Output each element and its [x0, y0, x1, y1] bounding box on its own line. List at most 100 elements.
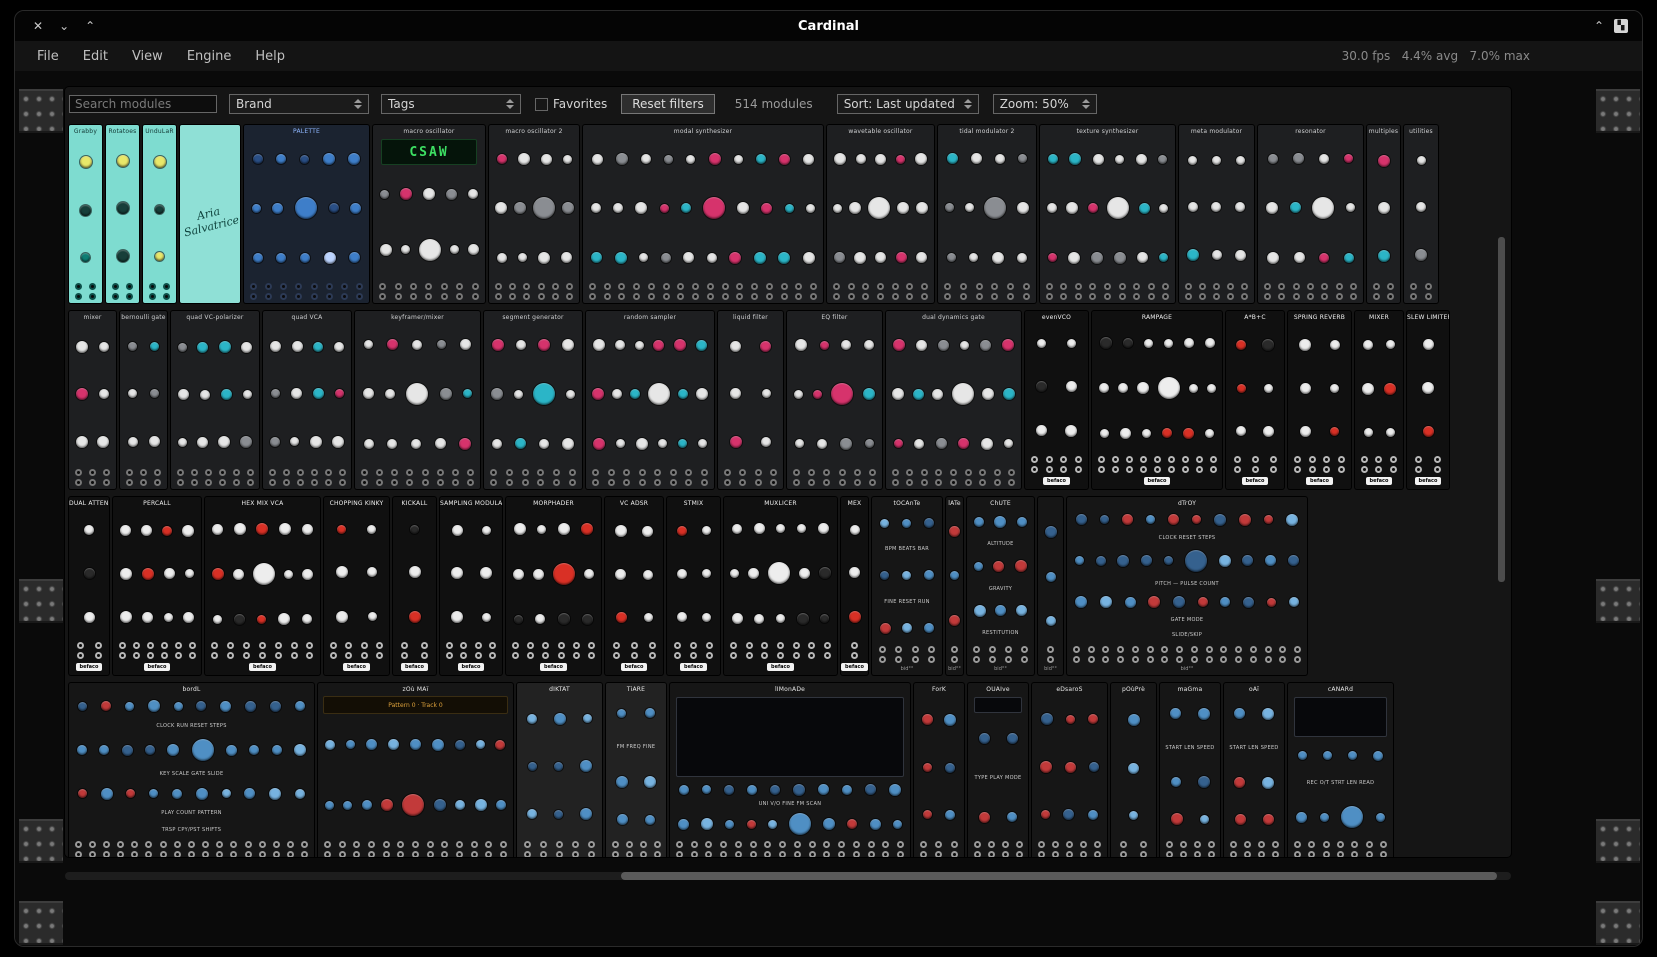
jack-port	[1244, 851, 1251, 857]
menu-engine[interactable]: Engine	[187, 49, 232, 64]
raise-icon[interactable]: ⌃	[1594, 20, 1604, 32]
knob	[1288, 555, 1299, 566]
jack-port	[777, 652, 784, 659]
module-mex[interactable]: MEXbefaco	[841, 497, 868, 675]
module-dual-dynamics-gate[interactable]: dual dynamics gate	[886, 311, 1021, 489]
module-hex-mix-vca[interactable]: HEX MIX VCAbefaco	[205, 497, 320, 675]
knob	[696, 340, 707, 351]
knob	[612, 389, 622, 399]
module-jacks	[1224, 839, 1284, 857]
module-evenvco[interactable]: evenVCObefaco	[1025, 311, 1088, 489]
menu-edit[interactable]: Edit	[83, 49, 108, 64]
horizontal-scrollbar-thumb[interactable]	[621, 872, 1497, 880]
module-ouaive[interactable]: OUAIveTYPE PLAY MODE	[968, 683, 1028, 857]
jack-port	[604, 283, 611, 290]
module-bordl[interactable]: bordLCLOCK RUN RESET STEPSKEY SCALE GATE…	[69, 683, 314, 857]
close-icon[interactable]: ✕	[33, 20, 43, 32]
maximize-icon[interactable]: ⌃	[85, 20, 95, 32]
jack-port	[1252, 456, 1259, 463]
horizontal-scrollbar-track[interactable]	[65, 872, 1511, 880]
module-liquid-filter[interactable]: liquid filter	[718, 311, 783, 489]
module-a-b-c[interactable]: A*B+Cbefaco	[1226, 311, 1284, 489]
favorites-checkbox[interactable]	[535, 98, 548, 111]
module-mixer[interactable]: MIXERbefaco	[1355, 311, 1403, 489]
module-keyframer-mixer[interactable]: keyframer/mixer	[355, 311, 480, 489]
menu-view[interactable]: View	[132, 49, 163, 64]
module-multiples[interactable]: multiples	[1367, 125, 1400, 303]
module-limonade[interactable]: lIMonADeUNI V/O FINE FM SCAN	[670, 683, 910, 857]
knob	[1063, 809, 1074, 820]
app-logo-icon[interactable]: ▚	[1614, 19, 1628, 33]
tags-filter-dropdown[interactable]: Tags	[381, 94, 521, 114]
module-wavetable-oscillator[interactable]: wavetable oscillator	[827, 125, 934, 303]
module-stmix[interactable]: STMIXbefaco	[667, 497, 720, 675]
module-rampage[interactable]: RAMPAGEbefaco	[1092, 311, 1222, 489]
minimize-icon[interactable]: ⌄	[59, 20, 69, 32]
knob	[1040, 761, 1052, 773]
module-chopping-kinky[interactable]: CHOPPING KINKYbefaco	[324, 497, 389, 675]
module-panel[interactable]: bid°°	[1038, 497, 1063, 675]
module-percall[interactable]: PERCALLbefaco	[113, 497, 201, 675]
module-palette[interactable]: PALETTE	[244, 125, 369, 303]
module-title: SAMPLING MODULATOR	[440, 497, 502, 508]
jack-port	[1094, 851, 1101, 857]
module-zo-ma[interactable]: zOù MAïPattern 0 · Track 0	[318, 683, 513, 857]
module-grabby[interactable]: Grabby	[69, 125, 102, 303]
module-dtroy[interactable]: dTrOYCLOCK RESET STEPSPITCH — PULSE COUN…	[1067, 497, 1307, 675]
module-fork[interactable]: ForK	[914, 683, 964, 857]
reset-filters-button[interactable]: Reset filters	[621, 94, 715, 114]
module-magma[interactable]: maGmaSTART LEN SPEED	[1160, 683, 1220, 857]
module-spring-reverb[interactable]: SPRING REVERBbefaco	[1288, 311, 1351, 489]
module-chute[interactable]: ChUTEALTITUDEGRAVITYRESTITUTIONbid°°	[967, 497, 1034, 675]
module-mixer[interactable]: mixer	[69, 311, 116, 489]
menu-help[interactable]: Help	[255, 49, 285, 64]
jack-port	[823, 851, 830, 857]
module-muxlicer[interactable]: MUXLICERbefaco	[724, 497, 837, 675]
module-rotatoes[interactable]: Rotatoes	[106, 125, 139, 303]
knob	[776, 524, 785, 533]
search-input[interactable]	[69, 95, 217, 113]
module-bernoulli-gate[interactable]: bernoulli gate	[120, 311, 167, 489]
knob	[1171, 813, 1183, 825]
module-tidal-modulator-2[interactable]: tidal modulator 2	[938, 125, 1036, 303]
module-undular[interactable]: UnduLaR	[143, 125, 176, 303]
brand-filter-dropdown[interactable]: Brand	[229, 94, 369, 114]
module-texture-synthesizer[interactable]: texture synthesizer	[1040, 125, 1175, 303]
module-label: ALTITUDE	[969, 541, 1032, 547]
module-panel[interactable]: Aria Salvatrice	[180, 125, 240, 303]
module-quad-vc-polarizer[interactable]: quad VC-polarizer	[171, 311, 259, 489]
module-po-pr[interactable]: pOùPrè	[1111, 683, 1156, 857]
module-macro-oscillator-2[interactable]: macro oscillator 2	[489, 125, 579, 303]
module-quad-vca[interactable]: quad VCA	[263, 311, 351, 489]
vertical-scrollbar[interactable]	[1498, 237, 1505, 582]
menu-file[interactable]: File	[37, 49, 59, 64]
jack-port	[674, 642, 681, 649]
module-kickall[interactable]: KICKALLbefaco	[393, 497, 436, 675]
module-canard[interactable]: cANARdREC O/T STRT LEN READ	[1288, 683, 1393, 857]
module-random-sampler[interactable]: random sampler	[586, 311, 714, 489]
module-tiare[interactable]: TiAREFM FREQ FINE	[606, 683, 666, 857]
module-sampling-modulator[interactable]: SAMPLING MODULATORbefaco	[440, 497, 502, 675]
module-resonator[interactable]: resonator	[1258, 125, 1363, 303]
module-slew-limiter[interactable]: SLEW LIMITERbefaco	[1407, 311, 1449, 489]
module-vc-adsr[interactable]: VC ADSRbefaco	[605, 497, 663, 675]
zoom-dropdown[interactable]: Zoom: 50%	[993, 94, 1097, 114]
jack-port	[126, 469, 133, 476]
module-edsaros[interactable]: eDsaroS	[1032, 683, 1107, 857]
module-morphader[interactable]: MORPHADERbefaco	[506, 497, 601, 675]
module-meta-modulator[interactable]: meta modulator	[1179, 125, 1254, 303]
module-utilities[interactable]: utilities	[1404, 125, 1438, 303]
sort-dropdown[interactable]: Sort: Last updated	[837, 94, 979, 114]
module-segment-generator[interactable]: segment generator	[484, 311, 582, 489]
module-oa[interactable]: oAïSTART LEN SPEED	[1224, 683, 1284, 857]
module-dual-attenuverter[interactable]: DUAL ATTENUVERTERbefaco	[69, 497, 109, 675]
knob	[142, 568, 154, 580]
module-tocante[interactable]: tOCAnTeBPM BEATS BARFINE RESET RUNbid°°	[872, 497, 942, 675]
module-eq-filter[interactable]: EQ filter	[787, 311, 882, 489]
module-modal-synthesizer[interactable]: modal synthesizer	[583, 125, 823, 303]
module-late[interactable]: lATebid°°	[946, 497, 963, 675]
jack-port	[1023, 293, 1030, 300]
module-controls	[69, 136, 102, 281]
module-macro-oscillator[interactable]: macro oscillatorCSAW	[373, 125, 485, 303]
module-diktat[interactable]: dIKTAT	[517, 683, 602, 857]
